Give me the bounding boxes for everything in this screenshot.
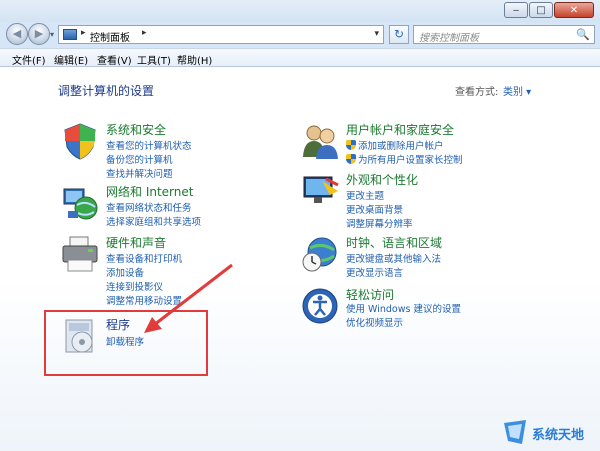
- category-link-label[interactable]: 添加或删除用户帐户: [358, 141, 444, 152]
- category-link[interactable]: 更改键盘或其他输入法: [346, 251, 441, 265]
- users-icon[interactable]: [300, 121, 340, 161]
- search-icon[interactable]: 🔍: [576, 28, 590, 41]
- menu-tools[interactable]: 工具(T): [137, 52, 171, 67]
- minimize-button[interactable]: ‒: [504, 2, 528, 18]
- category-title[interactable]: 用户帐户和家庭安全: [346, 121, 454, 138]
- category-title[interactable]: 时钟、语言和区域: [346, 234, 442, 251]
- menu-bar: 文件(F) 编辑(E) 查看(V) 工具(T) 帮助(H): [0, 48, 600, 67]
- ease-of-access-icon[interactable]: [300, 286, 340, 326]
- breadcrumb-control-panel[interactable]: 控制面板: [90, 29, 130, 44]
- category-link[interactable]: 为所有用户设置家长控制: [346, 152, 463, 166]
- minimize-icon: ‒: [512, 5, 520, 16]
- menu-file[interactable]: 文件(F): [12, 52, 46, 67]
- close-icon: ✕: [569, 5, 579, 16]
- search-box[interactable]: 搜索控制面板 🔍: [413, 25, 595, 44]
- category-link[interactable]: 更改主题: [346, 188, 384, 202]
- history-dropdown-icon[interactable]: ▾: [50, 30, 54, 39]
- content-area: 调整计算机的设置 查看方式: 类别 ▾ 系统和安全 查看您的计算机状态 备份您的…: [0, 67, 600, 451]
- monitor-palette-icon[interactable]: [300, 171, 340, 211]
- back-button[interactable]: ◀: [6, 23, 28, 45]
- category-title[interactable]: 外观和个性化: [346, 171, 418, 188]
- search-placeholder: 搜索控制面板: [419, 33, 479, 44]
- category-title[interactable]: 硬件和声音: [106, 234, 166, 251]
- category-link[interactable]: 更改显示语言: [346, 265, 403, 279]
- highlight-box: [44, 310, 208, 376]
- forward-button[interactable]: ▶: [28, 23, 50, 45]
- refresh-icon: ↻: [393, 27, 405, 41]
- menu-view[interactable]: 查看(V): [97, 52, 132, 67]
- maximize-icon: □: [536, 5, 546, 16]
- category-title[interactable]: 系统和安全: [106, 121, 166, 138]
- category-link[interactable]: 更改桌面背景: [346, 202, 403, 216]
- view-by-label: 查看方式:: [455, 87, 499, 98]
- view-by-dropdown[interactable]: 类别 ▾: [503, 83, 531, 98]
- category-link[interactable]: 添加设备: [106, 265, 144, 279]
- uac-shield-icon: [346, 154, 356, 164]
- category-link[interactable]: 选择家庭组和共享选项: [106, 214, 201, 228]
- category-link-label[interactable]: 为所有用户设置家长控制: [358, 155, 463, 166]
- category-link[interactable]: 查看设备和打印机: [106, 251, 182, 265]
- category-link[interactable]: 添加或删除用户帐户: [346, 138, 444, 152]
- menu-help[interactable]: 帮助(H): [177, 52, 212, 67]
- maximize-button[interactable]: □: [529, 2, 553, 18]
- network-globe-icon[interactable]: [60, 183, 100, 223]
- watermark-text: 系统天地: [532, 428, 585, 443]
- category-link[interactable]: 使用 Windows 建议的设置: [346, 301, 461, 315]
- category-link[interactable]: 查看您的计算机状态: [106, 138, 192, 152]
- back-arrow-icon: ◀: [12, 27, 22, 40]
- category-link[interactable]: 连接到投影仪: [106, 279, 163, 293]
- watermark-logo-icon: [504, 420, 526, 444]
- watermark: 系统天地: [500, 417, 596, 447]
- category-link[interactable]: 查看网络状态和任务: [106, 200, 192, 214]
- navigation-bar: ◀ ▶ ▾ ▸ 控制面板 ▸ ▾ ↻ 搜索控制面板 🔍: [0, 22, 600, 46]
- page-title: 调整计算机的设置: [58, 84, 155, 98]
- category-link[interactable]: 调整常用移动设置: [106, 293, 182, 307]
- control-panel-folder-icon: [63, 29, 77, 40]
- address-bar[interactable]: ▸ 控制面板 ▸ ▾: [58, 25, 384, 44]
- printer-icon[interactable]: [60, 234, 100, 274]
- clock-globe-icon[interactable]: [300, 234, 340, 274]
- category-link[interactable]: 备份您的计算机: [106, 152, 173, 166]
- close-button[interactable]: ✕: [554, 2, 594, 18]
- category-link[interactable]: 调整屏幕分辨率: [346, 216, 413, 230]
- category-title[interactable]: 网络和 Internet: [106, 183, 193, 200]
- breadcrumb-arrow-icon[interactable]: ▸: [81, 28, 86, 38]
- breadcrumb-arrow-icon[interactable]: ▸: [142, 28, 147, 38]
- refresh-button[interactable]: ↻: [389, 25, 409, 44]
- category-link[interactable]: 查找并解决问题: [106, 166, 173, 180]
- category-link[interactable]: 优化视频显示: [346, 315, 403, 329]
- control-panel-window: ‒ □ ✕ ◀ ▶ ▾ ▸ 控制面板 ▸ ▾ ↻ 搜索控制面板 🔍 文件(F) …: [0, 0, 600, 451]
- title-bar: ‒ □ ✕: [0, 0, 600, 22]
- address-dropdown-icon[interactable]: ▾: [374, 29, 379, 39]
- uac-shield-icon: [346, 140, 356, 150]
- menu-edit[interactable]: 编辑(E): [54, 52, 88, 67]
- forward-arrow-icon: ▶: [34, 27, 44, 40]
- shield-flag-icon[interactable]: [60, 121, 100, 161]
